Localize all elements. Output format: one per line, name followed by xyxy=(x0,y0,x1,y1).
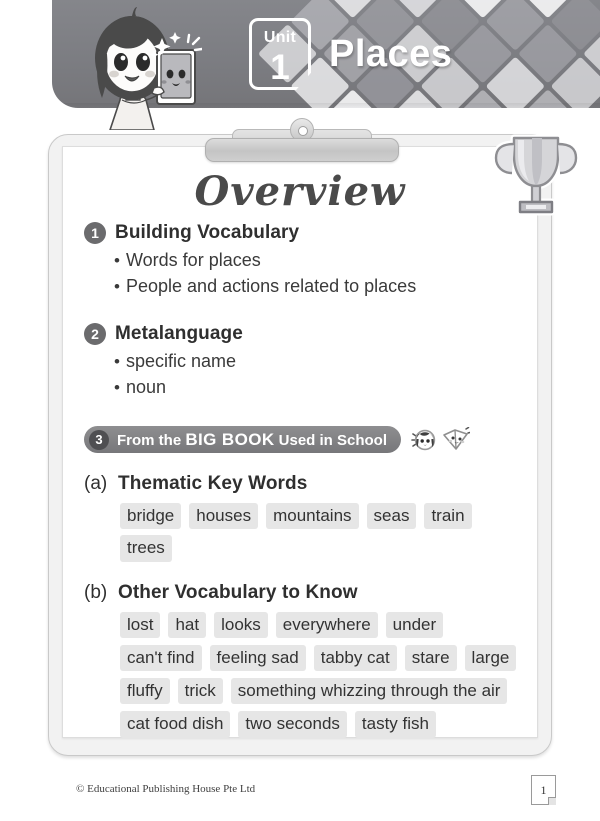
unit-word-label: Unit xyxy=(263,29,297,46)
list-item: • specific name xyxy=(114,351,524,372)
section-number-badge: 1 xyxy=(84,222,106,244)
section-number-badge: 2 xyxy=(84,323,106,345)
unit-badge: Unit 1 xyxy=(249,18,311,90)
section-3: 3 From the BIG BOOK Used in School xyxy=(84,426,524,453)
page-number: 1 xyxy=(531,775,556,805)
subsection-a-header: (a) Thematic Key Words xyxy=(84,473,524,495)
thematic-key-words-chips: bridge houses mountains seas train trees xyxy=(120,503,524,562)
vocabulary-chip: mountains xyxy=(266,503,359,530)
section-2-bullets: • specific name • noun xyxy=(114,351,524,398)
big-book-banner: 3 From the BIG BOOK Used in School xyxy=(84,426,402,453)
vocabulary-chip: something whizzing through the air xyxy=(230,678,508,705)
bullet-dot-icon: • xyxy=(114,277,120,296)
overview-heading: Overview xyxy=(194,168,406,215)
bullet-text: People and actions related to places xyxy=(126,276,417,296)
open-book-face-icon xyxy=(443,426,471,450)
clipboard-clip-icon xyxy=(205,138,399,162)
vocabulary-chip: train xyxy=(424,503,472,530)
vocabulary-chip: bridge xyxy=(120,503,182,530)
vocabulary-chip: two seconds xyxy=(238,711,347,738)
vocabulary-chip: large xyxy=(464,644,517,671)
bullet-text: Words for places xyxy=(126,250,261,270)
vocabulary-chip: trees xyxy=(120,535,172,562)
list-item: • Words for places xyxy=(114,250,524,271)
vocabulary-chip: looks xyxy=(214,611,268,638)
bullet-text: specific name xyxy=(126,351,237,371)
vocabulary-chip: hat xyxy=(168,611,207,638)
bullet-dot-icon: • xyxy=(114,378,120,397)
list-item: • noun xyxy=(114,377,524,398)
banner-text-before: From the xyxy=(117,431,186,449)
section-1: 1 Building Vocabulary • Words for places… xyxy=(84,222,524,297)
section-number-badge: 3 xyxy=(89,429,109,450)
vocabulary-chip: cat food dish xyxy=(120,711,231,738)
vocabulary-chip: seas xyxy=(366,503,417,530)
bullet-text: noun xyxy=(126,377,167,397)
section-2-header: 2 Metalanguage xyxy=(84,323,524,345)
vocabulary-chip: can't find xyxy=(120,644,202,671)
vocabulary-chip: everywhere xyxy=(275,611,378,638)
banner-text-emphasis: BIG BOOK xyxy=(185,429,275,449)
list-item: • People and actions related to places xyxy=(114,276,524,297)
girl-with-tablet-icon xyxy=(62,4,204,131)
girl-head-icon xyxy=(411,429,436,450)
subsection-letter: (b) xyxy=(84,581,108,603)
vocabulary-chip: trick xyxy=(177,678,223,705)
vocabulary-chip: lost xyxy=(120,611,161,638)
vocabulary-chip: under xyxy=(385,611,444,638)
vocabulary-chip: tabby cat xyxy=(313,644,397,671)
unit-number-label: 1 xyxy=(270,48,290,87)
copyright-notice: © Educational Publishing House Pte Ltd xyxy=(76,783,256,795)
section-title: Metalanguage xyxy=(115,323,243,344)
other-vocabulary-chips: lost hat looks everywhere under can't find fee… xyxy=(120,611,524,738)
subsection-b-header: (b) Other Vocabulary to Know xyxy=(84,582,524,604)
overview-content: 1 Building Vocabulary • Words for places… xyxy=(84,222,524,738)
subsection-letter: (a) xyxy=(84,473,108,494)
banner-label: From the BIG BOOK Used in School xyxy=(117,430,387,450)
subsection-title: Other Vocabulary to Know xyxy=(118,581,358,603)
banner-text-after: Used in School xyxy=(274,431,388,449)
bullet-dot-icon: • xyxy=(114,251,120,270)
vocabulary-chip: feeling sad xyxy=(209,644,306,671)
bullet-dot-icon: • xyxy=(114,352,120,371)
section-title: Building Vocabulary xyxy=(115,222,300,243)
section-1-bullets: • Words for places • People and actions … xyxy=(114,250,524,297)
page-title: Places xyxy=(329,33,453,75)
section-1-header: 1 Building Vocabulary xyxy=(84,222,524,244)
vocabulary-chip: tasty fish xyxy=(354,711,436,738)
vocabulary-chip: houses xyxy=(189,503,259,530)
banner-icons xyxy=(411,426,471,453)
vocabulary-chip: stare xyxy=(404,644,457,671)
vocabulary-chip: fluffy xyxy=(120,678,170,705)
section-2: 2 Metalanguage • specific name • noun xyxy=(84,323,524,398)
subsection-title: Thematic Key Words xyxy=(118,473,308,494)
